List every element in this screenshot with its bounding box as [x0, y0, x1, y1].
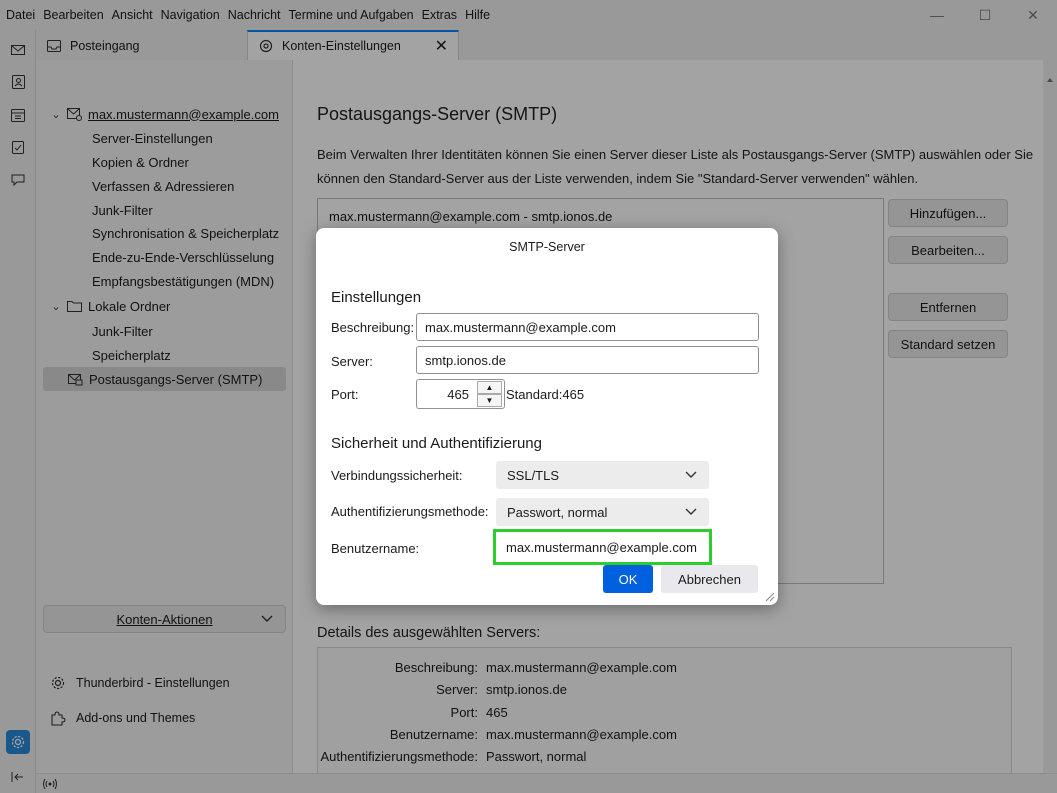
chevron-down-icon [685, 467, 697, 482]
description-label: Beschreibung: [331, 320, 415, 335]
smtp-server-dialog: SMTP-Server Einstellungen Beschreibung: … [316, 228, 778, 605]
conn-security-value: SSL/TLS [507, 467, 560, 483]
decrement-icon[interactable]: ▼ [477, 394, 502, 407]
conn-security-select[interactable]: SSL/TLS [496, 461, 709, 489]
auth-method-label: Authentifizierungsmethode: [331, 504, 489, 519]
increment-icon[interactable]: ▲ [477, 381, 502, 394]
username-field[interactable]: max.mustermann@example.com [498, 534, 707, 560]
server-field[interactable]: smtp.ionos.de [416, 346, 759, 374]
chevron-down-icon [685, 504, 697, 519]
conn-security-label: Verbindungssicherheit: [331, 468, 463, 483]
port-value: 465 [447, 386, 469, 402]
auth-method-value: Passwort, normal [507, 504, 608, 520]
port-stepper[interactable]: 465 ▲ ▼ [416, 379, 505, 409]
username-label: Benutzername: [331, 541, 420, 556]
resize-grip-icon[interactable] [763, 590, 775, 602]
server-label: Server: [331, 354, 373, 369]
cancel-button[interactable]: Abbrechen [661, 565, 758, 593]
section-security: Sicherheit und Authentifizierung [331, 435, 542, 452]
username-highlight: max.mustermann@example.com [493, 529, 712, 565]
port-default: Standard:465 [506, 387, 585, 402]
port-label: Port: [331, 387, 359, 402]
auth-method-select[interactable]: Passwort, normal [496, 498, 709, 526]
description-field[interactable]: max.mustermann@example.com [416, 313, 759, 341]
section-settings: Einstellungen [331, 289, 422, 306]
ok-button[interactable]: OK [603, 565, 653, 593]
dialog-title: SMTP-Server [509, 240, 585, 254]
